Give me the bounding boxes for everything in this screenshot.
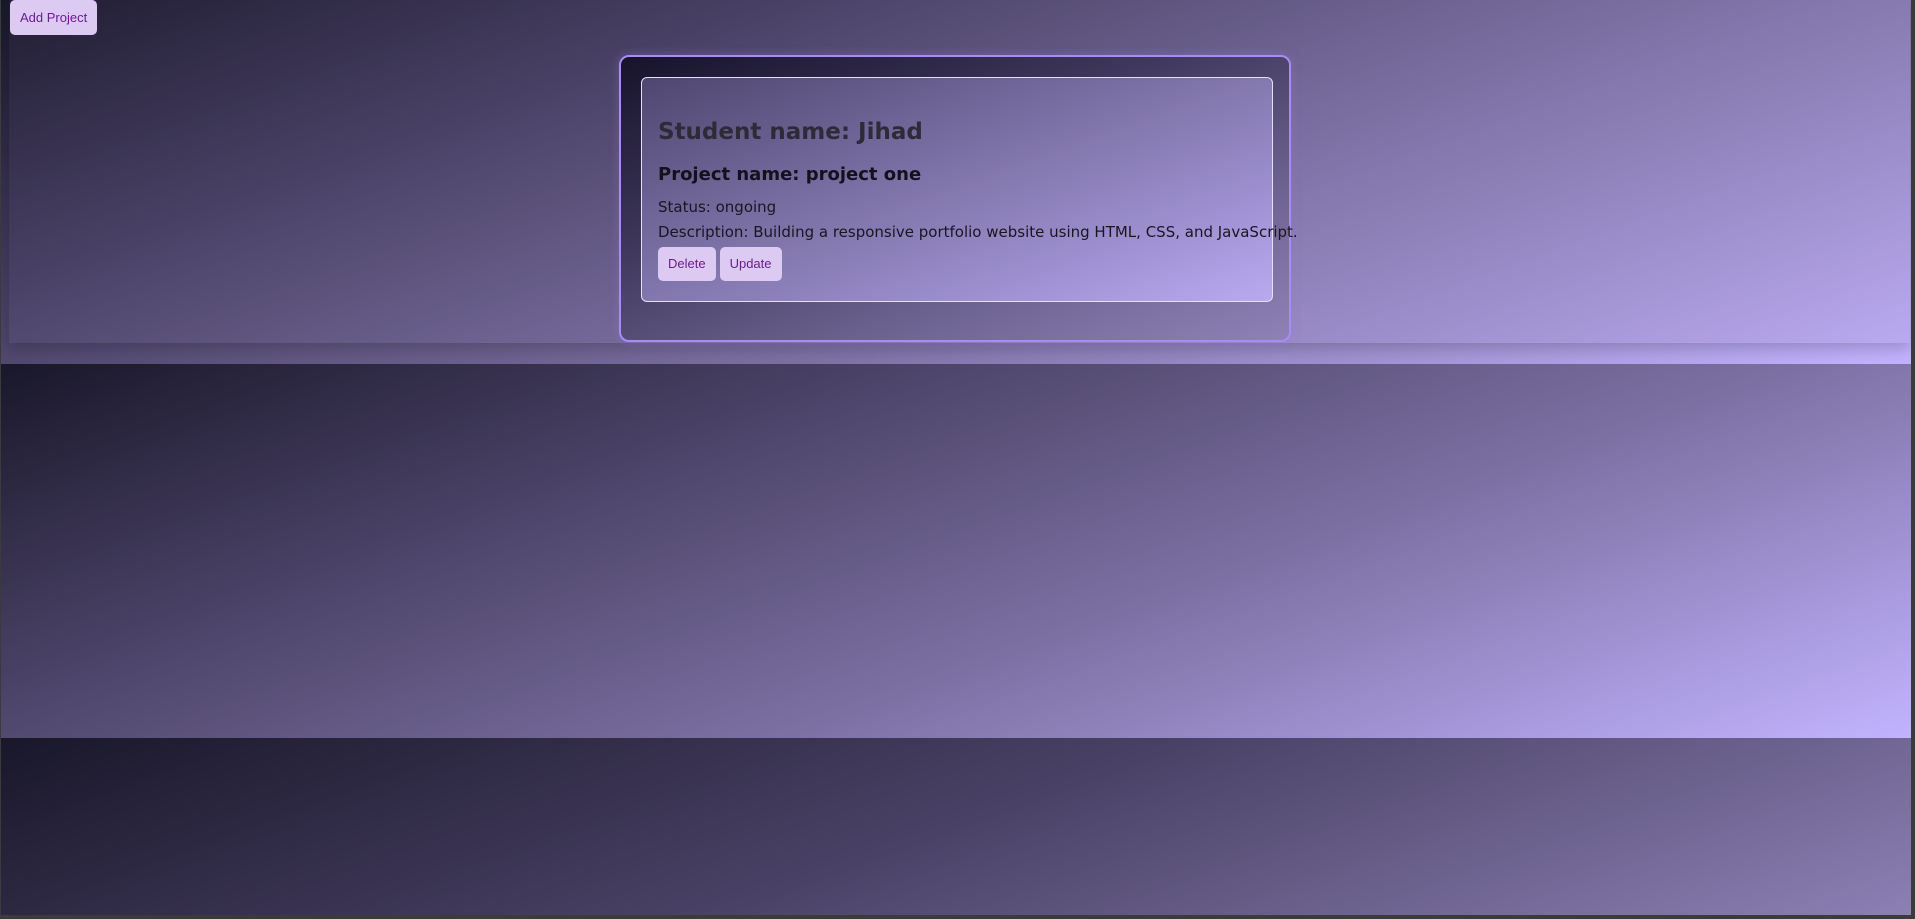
card-actions: Delete Update (658, 247, 1256, 281)
background-section-2 (1, 364, 1911, 738)
update-button[interactable]: Update (719, 247, 782, 281)
project-status: Status: ongoing (658, 198, 777, 216)
student-name: Student name: Jihad (658, 119, 923, 145)
project-card: Student name: Jihad Project name: projec… (641, 77, 1298, 302)
add-project-button[interactable]: Add Project (10, 0, 98, 35)
page-viewport: Add Project Student name: Jihad Project … (1, 0, 1911, 915)
project-name: Project name: project one (658, 164, 922, 185)
project-description: Description: Building a responsive portf… (658, 223, 1298, 241)
background-section-3 (1, 738, 1911, 915)
delete-button[interactable]: Delete (658, 247, 716, 281)
